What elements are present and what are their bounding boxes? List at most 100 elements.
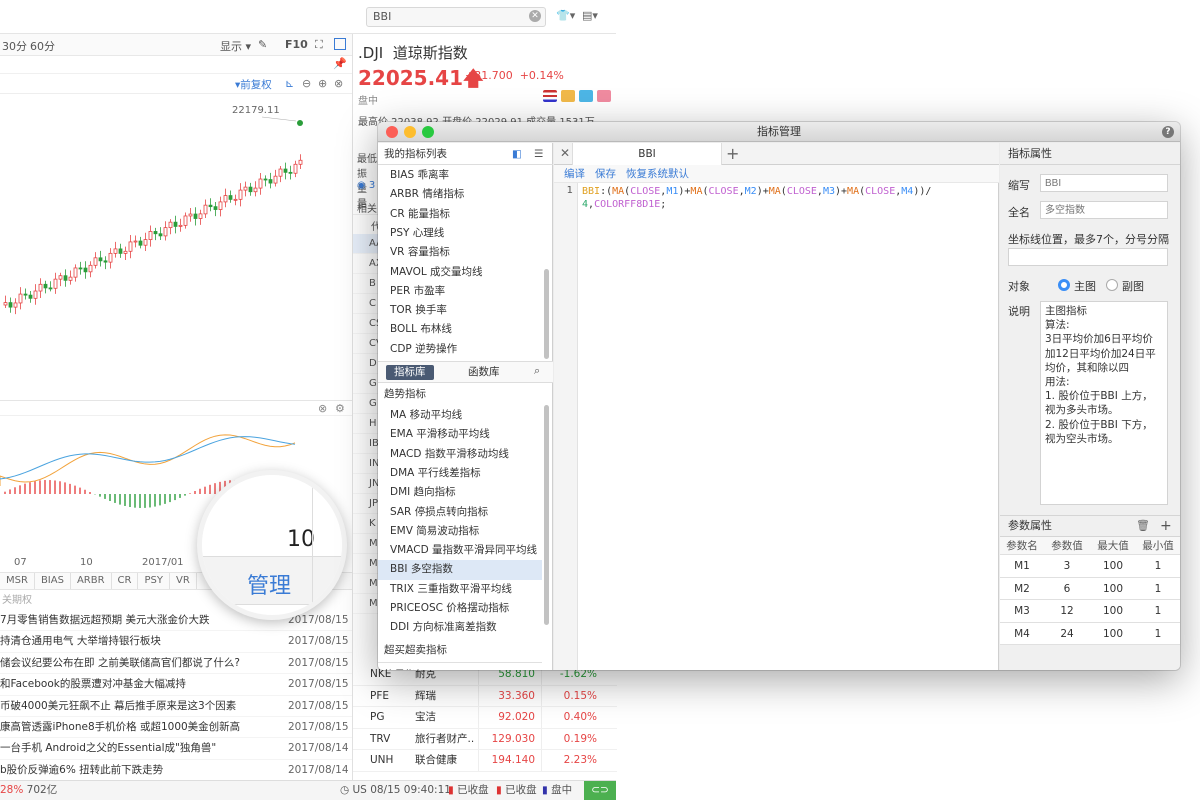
my-indicator-item[interactable]: PER 市盈率	[378, 282, 542, 301]
visibility-eye-icon[interactable]	[516, 189, 529, 200]
visibility-eye-icon[interactable]	[516, 267, 529, 278]
ind-tab-cr[interactable]: CR	[112, 573, 139, 589]
ind-tab-psy[interactable]: PSY	[138, 573, 170, 589]
restore-default-button[interactable]: 恢复系统默认	[626, 168, 689, 180]
description-textarea[interactable]: 主图指标 算法: 3日平均价加6日平均价加12日平均价加24日平均价，其和除以四…	[1040, 301, 1168, 505]
period-60m[interactable]: 60分	[30, 38, 55, 54]
axis-input[interactable]	[1008, 248, 1168, 266]
news-item[interactable]: 币破4000美元狂飙不止 幕后推手原来是这3个因素 2017/08/15	[0, 696, 352, 717]
param-min[interactable]: 1	[1136, 578, 1180, 601]
adjust-select[interactable]: ▾前复权	[235, 77, 272, 92]
shirt-icon[interactable]: 👕▾	[556, 9, 575, 22]
zoom-window-button[interactable]	[422, 126, 434, 138]
delete-icon[interactable]: 🗑	[1136, 516, 1150, 536]
param-row[interactable]: M3 12 100 1	[1000, 600, 1180, 623]
tab-indicator-library[interactable]: 指标库	[386, 365, 434, 380]
ind-tab-msr[interactable]: MSR	[0, 573, 35, 589]
my-indicator-item[interactable]: CDP 逆势操作	[378, 340, 542, 359]
close-chart-icon[interactable]: ⊗	[334, 77, 343, 90]
visibility-eye-icon[interactable]	[516, 247, 529, 258]
ind-tab-vr[interactable]: VR	[170, 573, 197, 589]
visibility-eye-icon[interactable]	[516, 526, 529, 537]
layout-toggle-icon[interactable]	[334, 38, 346, 50]
visibility-eye-icon[interactable]	[516, 468, 529, 479]
my-indicator-item[interactable]: BOLL 布林线	[378, 320, 542, 339]
group-energy[interactable]: 能量指标	[378, 664, 542, 670]
news-item[interactable]: 一台手机 Android之父的Essential成"独角兽" 2017/08/14	[0, 738, 352, 760]
settings-icon[interactable]: ⚙	[335, 402, 345, 415]
visibility-eye-icon[interactable]	[516, 324, 529, 335]
library-indicator-item[interactable]: EMA 平滑移动平均线	[378, 425, 542, 444]
minimize-window-button[interactable]	[404, 126, 416, 138]
search-icon[interactable]: ⌕	[534, 364, 540, 378]
visibility-eye-icon[interactable]	[516, 449, 529, 460]
param-row[interactable]: M4 24 100 1	[1000, 622, 1180, 646]
search-input[interactable]: BBI	[366, 7, 546, 27]
param-max[interactable]: 100	[1090, 555, 1136, 578]
share-icon[interactable]	[579, 90, 593, 102]
param-min[interactable]: 1	[1136, 555, 1180, 578]
news-item[interactable]: 储会议纪要公布在即 之前美联储高官们都说了什么? 2017/08/15	[0, 653, 352, 675]
ind-tab-bias[interactable]: BIAS	[35, 573, 71, 589]
library-indicator-item[interactable]: TRIX 三重指数平滑平均线	[378, 580, 542, 599]
group-trend[interactable]: 趋势指标	[378, 383, 542, 405]
news-item[interactable]: 康高管透露iPhone8手机价格 或超1000美金创新高 2017/08/15	[0, 717, 352, 739]
close-window-button[interactable]	[386, 126, 398, 138]
library-indicator-item[interactable]: EMV 简易波动指标	[378, 522, 542, 541]
visibility-eye-icon[interactable]	[516, 507, 529, 518]
group-overbought[interactable]: 超买超卖指标	[378, 639, 542, 661]
library-indicator-item[interactable]: VMACD 量指数平滑异同平均线	[378, 541, 542, 560]
visibility-eye-icon[interactable]	[516, 286, 529, 297]
sub-chart-radio[interactable]	[1106, 279, 1118, 291]
visibility-eye-icon[interactable]	[516, 344, 529, 355]
tab-function-library[interactable]: 函数库	[460, 365, 508, 380]
abbr-input[interactable]	[1040, 174, 1168, 192]
formula-code[interactable]: BBI:(MA(CLOSE,M1)+MA(CLOSE,M2)+MA(CLOSE,…	[582, 185, 994, 211]
library-indicator-item[interactable]: MACD 指数平滑移动均线	[378, 445, 542, 464]
news-item[interactable]: 持清仓通用电气 大举增持银行板块 2017/08/15	[0, 631, 352, 653]
save-button[interactable]: 保存	[595, 168, 616, 180]
visibility-eye-icon[interactable]	[516, 622, 529, 633]
chart-type-icon[interactable]: ⊾	[285, 77, 294, 90]
param-max[interactable]: 100	[1090, 600, 1136, 623]
visibility-eye-icon[interactable]	[516, 305, 529, 316]
visibility-eye-icon[interactable]	[516, 603, 529, 614]
chat-icon[interactable]: ⊂⊃	[584, 781, 616, 800]
zoom-out-icon[interactable]: ⊖	[302, 77, 311, 90]
visibility-eye-icon[interactable]	[516, 584, 529, 595]
visibility-eye-icon[interactable]	[516, 170, 529, 181]
fullscreen-icon[interactable]: ⛶	[315, 38, 323, 52]
visibility-eye-icon[interactable]	[516, 209, 529, 220]
library-indicator-item[interactable]: DMI 趋向指标	[378, 483, 542, 502]
visibility-eye-icon[interactable]	[516, 410, 529, 421]
param-max[interactable]: 100	[1090, 623, 1136, 646]
my-indicator-item[interactable]: TOR 换手率	[378, 301, 542, 320]
param-value[interactable]: 3	[1044, 555, 1090, 578]
visibility-eye-icon[interactable]	[516, 429, 529, 440]
visibility-eye-icon[interactable]	[516, 564, 529, 575]
library-indicator-item[interactable]: SAR 停损点转向指标	[378, 503, 542, 522]
candlestick-chart[interactable]: 22179.11	[0, 95, 352, 400]
layout-menu-icon[interactable]: ▤▾	[582, 9, 598, 22]
close-macd-icon[interactable]: ⊗	[318, 402, 327, 415]
param-min[interactable]: 1	[1136, 600, 1180, 623]
library-indicator-item[interactable]: BBI 多空指数	[378, 560, 542, 580]
param-min[interactable]: 1	[1136, 623, 1180, 646]
compile-button[interactable]: 编译	[564, 168, 585, 180]
param-value[interactable]: 24	[1044, 623, 1090, 646]
clear-search-icon[interactable]: ✕	[529, 10, 541, 22]
editor-tab-bbi[interactable]: BBI	[572, 143, 722, 165]
my-list-scrollbar[interactable]	[544, 269, 549, 359]
my-indicator-item[interactable]: MAVOL 成交量均线	[378, 263, 542, 282]
manage-button[interactable]: 管理	[247, 568, 291, 600]
display-menu[interactable]: 显示 ▾	[220, 38, 251, 54]
help-icon[interactable]: ?	[1162, 126, 1174, 138]
main-chart-radio[interactable]	[1058, 279, 1070, 291]
table-row[interactable]: PFE 辉瑞 33.360 0.15%	[353, 685, 617, 707]
add-param-icon[interactable]: +	[1160, 516, 1172, 536]
pin-icon[interactable]: 📌	[333, 57, 347, 70]
my-indicator-item[interactable]: BIAS 乖离率	[378, 166, 542, 185]
param-value[interactable]: 12	[1044, 600, 1090, 623]
library-indicator-item[interactable]: DMA 平行线差指标	[378, 464, 542, 483]
my-indicator-item[interactable]: PSY 心理线	[378, 224, 542, 243]
